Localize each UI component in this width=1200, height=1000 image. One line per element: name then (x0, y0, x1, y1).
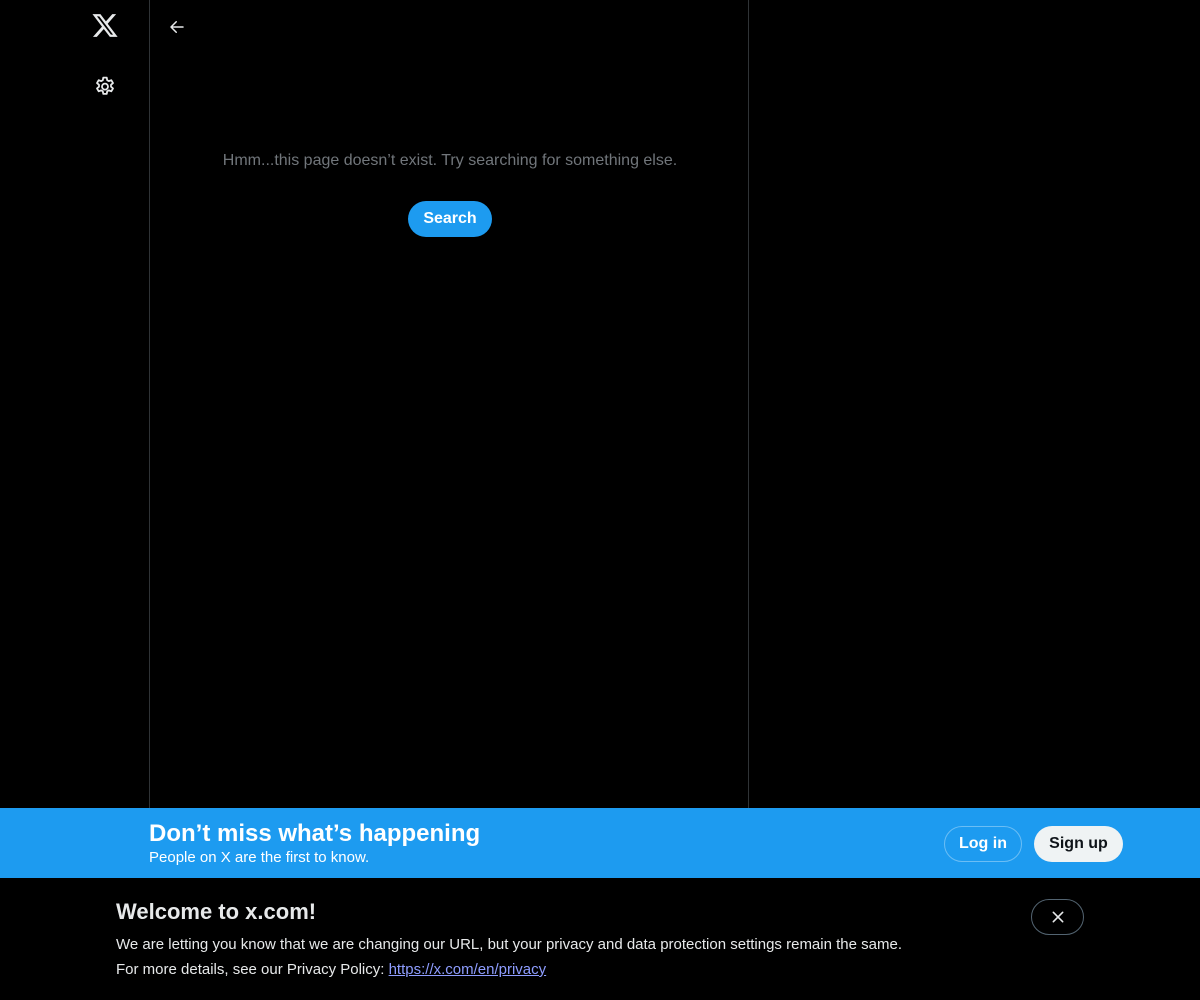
empty-state-message: Hmm...this page doesn’t exist. Try searc… (222, 152, 678, 169)
page: Hmm...this page doesn’t exist. Try searc… (0, 0, 1200, 1000)
left-nav (0, 0, 150, 808)
x-logo-icon[interactable] (86, 8, 124, 46)
banner-title: Don’t miss what’s happening (149, 820, 481, 847)
back-button[interactable] (162, 12, 192, 42)
privacy-policy-link[interactable]: https://x.com/en/privacy (389, 961, 547, 978)
notice-text: We are letting you know that we are chan… (116, 936, 902, 953)
login-button[interactable]: Log in (944, 826, 1022, 862)
main-column: Hmm...this page doesn’t exist. Try searc… (149, 0, 749, 808)
notice-title: Welcome to x.com! (116, 899, 317, 924)
search-button[interactable]: Search (408, 201, 492, 237)
arrow-left-icon (170, 21, 184, 33)
welcome-notice: Welcome to x.com! We are letting you kno… (0, 878, 1200, 1000)
notice-privacy-prefix: For more details, see our Privacy Policy… (116, 961, 389, 978)
banner-subtitle: People on X are the first to know. (149, 849, 370, 866)
notice-privacy-line: For more details, see our Privacy Policy… (116, 961, 546, 978)
signup-button[interactable]: Sign up (1034, 826, 1123, 862)
close-icon (1052, 911, 1063, 923)
signup-banner: Don’t miss what’s happening People on X … (0, 808, 1200, 878)
gear-icon[interactable] (88, 70, 122, 104)
close-notice-button[interactable] (1031, 899, 1084, 935)
